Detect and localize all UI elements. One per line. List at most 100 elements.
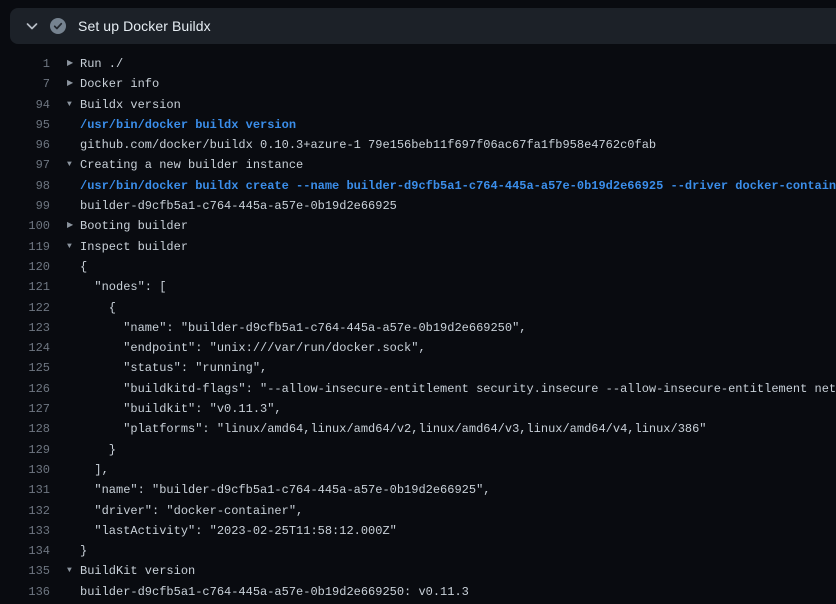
line-number[interactable]: 127 [0,399,50,419]
chevron-down-icon[interactable] [24,18,40,34]
log-line: 131 "name": "builder-d9cfb5a1-c764-445a-… [0,480,836,500]
log-line: 127 "buildkit": "v0.11.3", [0,399,836,419]
log-text: github.com/docker/buildx 0.10.3+azure-1 … [80,135,656,155]
log-line: 98 /usr/bin/docker buildx create --name … [0,176,836,196]
log-group-header[interactable]: 94 ▼ Buildx version [0,95,836,115]
log-text: "endpoint": "unix:///var/run/docker.sock… [80,338,426,358]
log-line: 95 /usr/bin/docker buildx version [0,115,836,135]
line-number[interactable]: 119 [0,237,50,257]
caret-icon: ▶ [67,74,80,94]
line-number[interactable]: 94 [0,95,50,115]
caret-icon [67,358,80,378]
log-text: /usr/bin/docker buildx version [80,115,296,135]
step-header[interactable]: Set up Docker Buildx [10,8,836,44]
caret-icon: ▼ [67,561,80,581]
log-line: 96 github.com/docker/buildx 0.10.3+azure… [0,135,836,155]
log-text: Booting builder [80,216,188,236]
line-number[interactable]: 131 [0,480,50,500]
caret-icon [67,419,80,439]
caret-icon [67,115,80,135]
line-number[interactable]: 122 [0,298,50,318]
log-line: 121 "nodes": [ [0,277,836,297]
check-circle-icon [50,18,66,34]
caret-icon [67,135,80,155]
log-line: 122 { [0,298,836,318]
line-number[interactable]: 1 [0,54,50,74]
line-number[interactable]: 129 [0,440,50,460]
caret-icon [67,501,80,521]
log-text: builder-d9cfb5a1-c764-445a-a57e-0b19d2e6… [80,582,469,602]
log-text: BuildKit version [80,561,195,581]
caret-icon: ▶ [67,216,80,236]
line-number[interactable]: 123 [0,318,50,338]
log-group-header[interactable]: 1 ▶ Run ./ [0,54,836,74]
log-lines: 1 ▶ Run ./ 7 ▶ Docker info 94 ▼ Buildx v… [0,54,836,602]
line-number[interactable]: 133 [0,521,50,541]
log-group-header[interactable]: 119 ▼ Inspect builder [0,237,836,257]
caret-icon [67,196,80,216]
line-number[interactable]: 132 [0,501,50,521]
log-line: 128 "platforms": "linux/amd64,linux/amd6… [0,419,836,439]
log-text: ], [80,460,109,480]
line-number[interactable]: 136 [0,582,50,602]
line-number[interactable]: 120 [0,257,50,277]
log-text: "platforms": "linux/amd64,linux/amd64/v2… [80,419,707,439]
caret-icon: ▼ [67,155,80,175]
log-text: Creating a new builder instance [80,155,303,175]
caret-icon: ▼ [67,237,80,257]
log-text: /usr/bin/docker buildx create --name bui… [80,176,836,196]
log-text: "name": "builder-d9cfb5a1-c764-445a-a57e… [80,318,526,338]
line-number[interactable]: 124 [0,338,50,358]
line-number[interactable]: 99 [0,196,50,216]
log-text: "driver": "docker-container", [80,501,303,521]
log-text: Docker info [80,74,159,94]
caret-icon [67,176,80,196]
caret-icon: ▶ [67,54,80,74]
log-line: 130 ], [0,460,836,480]
log-line: 136 builder-d9cfb5a1-c764-445a-a57e-0b19… [0,582,836,602]
line-number[interactable]: 128 [0,419,50,439]
line-number[interactable]: 98 [0,176,50,196]
step-title: Set up Docker Buildx [78,18,211,34]
log-text: builder-d9cfb5a1-c764-445a-a57e-0b19d2e6… [80,196,397,216]
line-number[interactable]: 7 [0,74,50,94]
line-number[interactable]: 100 [0,216,50,236]
log-group-header[interactable]: 97 ▼ Creating a new builder instance [0,155,836,175]
line-number[interactable]: 125 [0,358,50,378]
log-text: "nodes": [ [80,277,166,297]
caret-icon [67,440,80,460]
log-line: 99 builder-d9cfb5a1-c764-445a-a57e-0b19d… [0,196,836,216]
log-line: 132 "driver": "docker-container", [0,501,836,521]
caret-icon [67,399,80,419]
log-line: 124 "endpoint": "unix:///var/run/docker.… [0,338,836,358]
line-number[interactable]: 96 [0,135,50,155]
log-line: 133 "lastActivity": "2023-02-25T11:58:12… [0,521,836,541]
log-text: { [80,257,87,277]
log-text: "name": "builder-d9cfb5a1-c764-445a-a57e… [80,480,490,500]
log-group-header[interactable]: 7 ▶ Docker info [0,74,836,94]
log-line: 126 "buildkitd-flags": "--allow-insecure… [0,379,836,399]
log-text: "status": "running", [80,358,267,378]
line-number[interactable]: 126 [0,379,50,399]
caret-icon: ▼ [67,95,80,115]
caret-icon [67,277,80,297]
log-line: 120 { [0,257,836,277]
log-text: "buildkit": "v0.11.3", [80,399,282,419]
caret-icon [67,480,80,500]
log-text: } [80,440,116,460]
line-number[interactable]: 121 [0,277,50,297]
log-text: } [80,541,87,561]
line-number[interactable]: 95 [0,115,50,135]
log-group-header[interactable]: 100 ▶ Booting builder [0,216,836,236]
caret-icon [67,338,80,358]
caret-icon [67,257,80,277]
caret-icon [67,318,80,338]
line-number[interactable]: 97 [0,155,50,175]
log-group-header[interactable]: 135 ▼ BuildKit version [0,561,836,581]
log-text: Buildx version [80,95,181,115]
line-number[interactable]: 134 [0,541,50,561]
caret-icon [67,541,80,561]
line-number[interactable]: 130 [0,460,50,480]
caret-icon [67,379,80,399]
line-number[interactable]: 135 [0,561,50,581]
